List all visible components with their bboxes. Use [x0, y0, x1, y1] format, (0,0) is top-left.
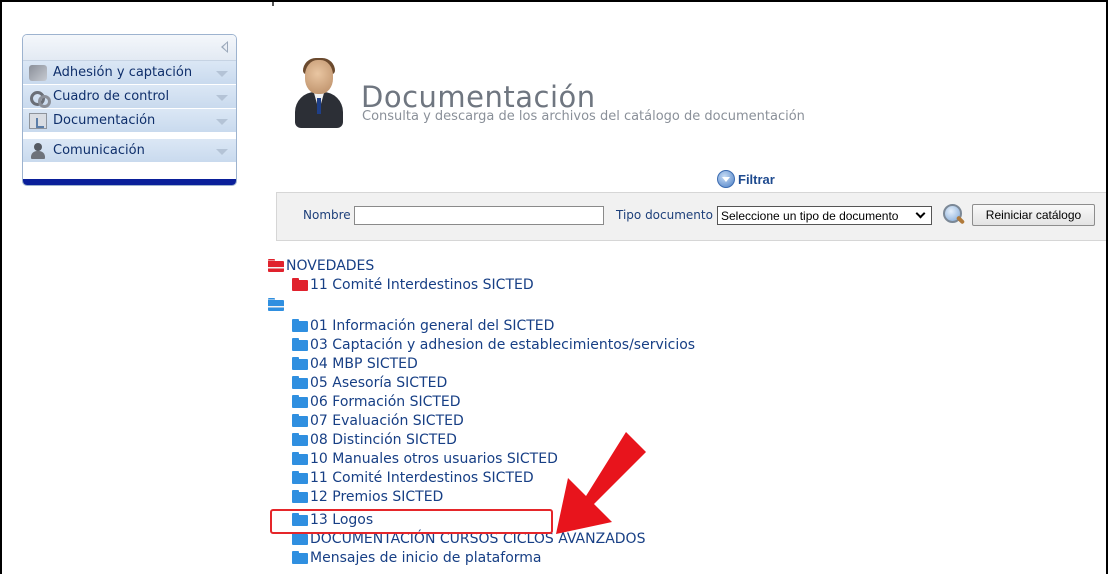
- tipo-documento-label: Tipo documento: [616, 208, 713, 222]
- nombre-label: Nombre: [303, 208, 351, 222]
- tree-item-label: Mensajes de inicio de plataforma: [310, 550, 542, 566]
- folder-icon: [292, 394, 308, 408]
- tree-item[interactable]: 08 Distinción SICTED: [292, 432, 457, 448]
- tipo-documento-select[interactable]: Seleccione un tipo de documento: [717, 206, 932, 225]
- sidebar-header: [23, 35, 236, 61]
- reset-catalog-button[interactable]: Reiniciar catálogo: [972, 204, 1095, 226]
- sidebar-item-comunicacion[interactable]: Comunicación: [23, 139, 236, 163]
- chevron-down-icon: [915, 208, 926, 219]
- search-icon[interactable]: [941, 203, 967, 227]
- handshake-icon: [29, 64, 47, 81]
- folder-icon: [292, 277, 308, 291]
- tipo-documento-selected: Seleccione un tipo de documento: [721, 208, 899, 223]
- user-avatar-icon: [293, 58, 345, 130]
- tree-folder-novedades[interactable]: NOVEDADES: [268, 258, 374, 274]
- folder-icon: [292, 489, 308, 503]
- document-icon: [29, 112, 47, 129]
- tree-item-label: 06 Formación SICTED: [310, 394, 461, 410]
- sidebar-item-label: Adhesión y captación: [53, 65, 193, 80]
- sidebar-item-cuadro-control[interactable]: Cuadro de control: [23, 85, 236, 109]
- sidebar-menu: Adhesión y captación Cuadro de control D…: [22, 34, 237, 186]
- tree-item-label: 11 Comité Interdestinos SICTED: [310, 470, 534, 486]
- tree-item-label: 08 Distinción SICTED: [310, 432, 457, 448]
- folder-icon: [292, 413, 308, 427]
- tree-item[interactable]: 07 Evaluación SICTED: [292, 413, 464, 429]
- expand-circle-icon: [717, 170, 735, 188]
- chevron-down-icon: [216, 71, 228, 77]
- folder-icon: [292, 375, 308, 389]
- nombre-input[interactable]: [354, 206, 604, 225]
- tree-item[interactable]: 12 Premios SICTED: [292, 489, 443, 505]
- filter-toggle[interactable]: Filtrar: [717, 170, 775, 188]
- page-subtitle: Consulta y descarga de los archivos del …: [362, 109, 805, 124]
- tree-item[interactable]: 04 MBP SICTED: [292, 356, 418, 372]
- sidebar-item-label: Documentación: [53, 113, 156, 128]
- folder-icon: [292, 432, 308, 446]
- tree-item-label: 10 Manuales otros usuarios SICTED: [310, 451, 558, 467]
- highlight-box: [270, 509, 553, 534]
- open-folder-icon: [268, 298, 284, 311]
- chevron-down-icon: [216, 149, 228, 155]
- person-icon: [29, 142, 47, 159]
- sidebar-footer-bar: [23, 179, 236, 185]
- folder-icon: [292, 470, 308, 484]
- folder-icon: [292, 451, 308, 465]
- tree-item-label: 11 Comité Interdestinos SICTED: [310, 277, 534, 293]
- cursor-mark: [272, 2, 274, 6]
- tree-item-label: 07 Evaluación SICTED: [310, 413, 464, 429]
- tree-folder-label: NOVEDADES: [286, 258, 375, 274]
- sidebar-item-label: Cuadro de control: [53, 89, 170, 104]
- collapse-left-icon[interactable]: [221, 41, 228, 53]
- sidebar-item-documentacion[interactable]: Documentación: [23, 109, 236, 133]
- tree-item-label: 05 Asesoría SICTED: [310, 375, 448, 391]
- tree-item[interactable]: 05 Asesoría SICTED: [292, 375, 447, 391]
- folder-icon: [292, 318, 308, 332]
- open-folder-icon: [268, 258, 284, 272]
- tree-item[interactable]: 11 Comité Interdestinos SICTED: [292, 470, 534, 486]
- filter-bar: Nombre Tipo documento Seleccione un tipo…: [276, 192, 1106, 241]
- gears-icon: [29, 89, 51, 108]
- sidebar-item-label: Comunicación: [53, 143, 145, 158]
- red-arrow-icon: [556, 432, 646, 534]
- chevron-down-icon: [216, 119, 228, 125]
- filter-toggle-label: Filtrar: [738, 171, 775, 187]
- tree-item[interactable]: 03 Captación y adhesion de establecimien…: [292, 337, 695, 353]
- chevron-down-icon: [216, 95, 228, 101]
- tree-item[interactable]: 11 Comité Interdestinos SICTED: [292, 277, 534, 293]
- folder-icon: [292, 550, 308, 564]
- tree-item-label: 03 Captación y adhesion de establecimien…: [310, 337, 696, 353]
- tree-item-label: 04 MBP SICTED: [310, 356, 418, 372]
- tree-item[interactable]: Mensajes de inicio de plataforma: [292, 550, 542, 566]
- tree-item[interactable]: 10 Manuales otros usuarios SICTED: [292, 451, 558, 467]
- tree-item[interactable]: 01 Información general del SICTED: [292, 318, 554, 334]
- tree-item[interactable]: 06 Formación SICTED: [292, 394, 461, 410]
- tree-item-label: 01 Información general del SICTED: [310, 318, 555, 334]
- folder-icon: [292, 531, 308, 545]
- tree-item-label: 12 Premios SICTED: [310, 489, 444, 505]
- sidebar-item-adhesion[interactable]: Adhesión y captación: [23, 61, 236, 85]
- folder-icon: [292, 337, 308, 351]
- folder-icon: [292, 356, 308, 370]
- tree-folder-root[interactable]: [268, 298, 286, 311]
